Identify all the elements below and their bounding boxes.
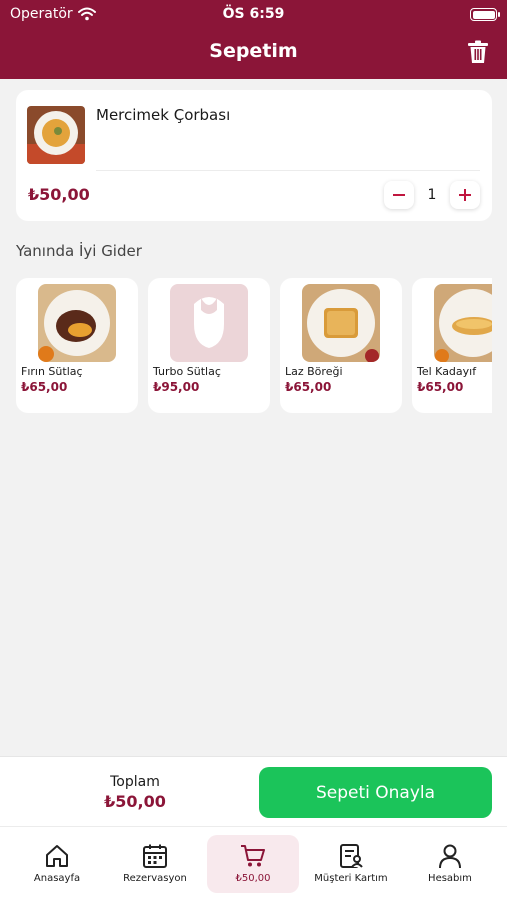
tab-label: Anasayfa bbox=[33, 873, 81, 884]
tab-cart[interactable]: ₺50,00 bbox=[207, 835, 299, 893]
suggestion-image bbox=[38, 284, 116, 362]
tab-label: Hesabım bbox=[428, 873, 472, 884]
tab-label: ₺50,00 bbox=[235, 873, 271, 884]
status-time: ÖS 6:59 bbox=[222, 6, 285, 22]
home-icon bbox=[46, 845, 68, 867]
suggestion-price: ₺65,00 bbox=[285, 380, 332, 394]
decrease-quantity-button[interactable] bbox=[384, 181, 414, 209]
customer-card-icon bbox=[340, 844, 363, 868]
total-label: Toplam bbox=[110, 774, 160, 790]
tab-reservation[interactable]: Rezervasyon bbox=[109, 835, 201, 893]
suggestion-image bbox=[434, 284, 492, 362]
suggestion-name: Fırın Sütlaç bbox=[21, 365, 83, 378]
suggestions-title: Yanında İyi Gider bbox=[16, 242, 142, 260]
plus-icon bbox=[459, 189, 471, 201]
tab-customer-card[interactable]: Müşteri Kartım bbox=[305, 835, 397, 893]
quantity-value: 1 bbox=[427, 187, 437, 203]
cart-icon bbox=[241, 845, 265, 867]
suggestion-price: ₺65,00 bbox=[417, 380, 464, 394]
user-icon bbox=[439, 844, 461, 869]
cart-item-price: ₺50,00 bbox=[28, 185, 90, 204]
suggestion-price: ₺95,00 bbox=[153, 380, 200, 394]
tab-bar: Anasayfa Rezervasyon ₺50,00 Müşteri Kart… bbox=[0, 826, 507, 900]
cart-item-name: Mercimek Çorbası bbox=[96, 106, 231, 124]
quantity-stepper: 1 bbox=[384, 181, 480, 209]
suggestion-image bbox=[302, 284, 380, 362]
confirm-cart-button[interactable]: Sepeti Onayla bbox=[259, 767, 492, 818]
calendar-icon bbox=[143, 844, 167, 868]
cart-item-card: Mercimek Çorbası ₺50,00 1 bbox=[16, 90, 492, 221]
tab-label: Rezervasyon bbox=[123, 873, 187, 884]
divider bbox=[96, 170, 480, 171]
trash-icon[interactable] bbox=[467, 40, 489, 64]
tab-account[interactable]: Hesabım bbox=[404, 835, 496, 893]
suggestion-name: Laz Böreği bbox=[285, 365, 343, 378]
suggestion-name: Turbo Sütlaç bbox=[153, 365, 221, 378]
suggestions-list[interactable]: Fırın Sütlaç ₺65,00 Turbo Sütlaç ₺95,00 … bbox=[16, 278, 492, 414]
cart-item-image bbox=[27, 106, 85, 164]
checkout-bar: Toplam ₺50,00 Sepeti Onayla bbox=[0, 756, 507, 826]
minus-icon bbox=[393, 194, 405, 196]
suggestion-name: Tel Kadayıf bbox=[417, 365, 477, 378]
app-header: Operatör ÖS 6:59 Sepetim bbox=[0, 0, 507, 79]
increase-quantity-button[interactable] bbox=[450, 181, 480, 209]
suggestion-card[interactable]: Tel Kadayıf ₺65,00 bbox=[412, 278, 492, 413]
tab-label: Müşteri Kartım bbox=[314, 873, 388, 884]
suggestion-card[interactable]: Laz Böreği ₺65,00 bbox=[280, 278, 402, 413]
suggestion-card[interactable]: Turbo Sütlaç ₺95,00 bbox=[148, 278, 270, 413]
suggestion-image bbox=[170, 284, 248, 362]
battery-icon bbox=[470, 8, 500, 21]
suggestion-price: ₺65,00 bbox=[21, 380, 68, 394]
total-value: ₺50,00 bbox=[104, 792, 166, 811]
tab-home[interactable]: Anasayfa bbox=[11, 835, 103, 893]
page-title: Sepetim bbox=[209, 40, 298, 62]
status-bar: Operatör ÖS 6:59 bbox=[0, 4, 507, 26]
suggestion-card[interactable]: Fırın Sütlaç ₺65,00 bbox=[16, 278, 138, 413]
